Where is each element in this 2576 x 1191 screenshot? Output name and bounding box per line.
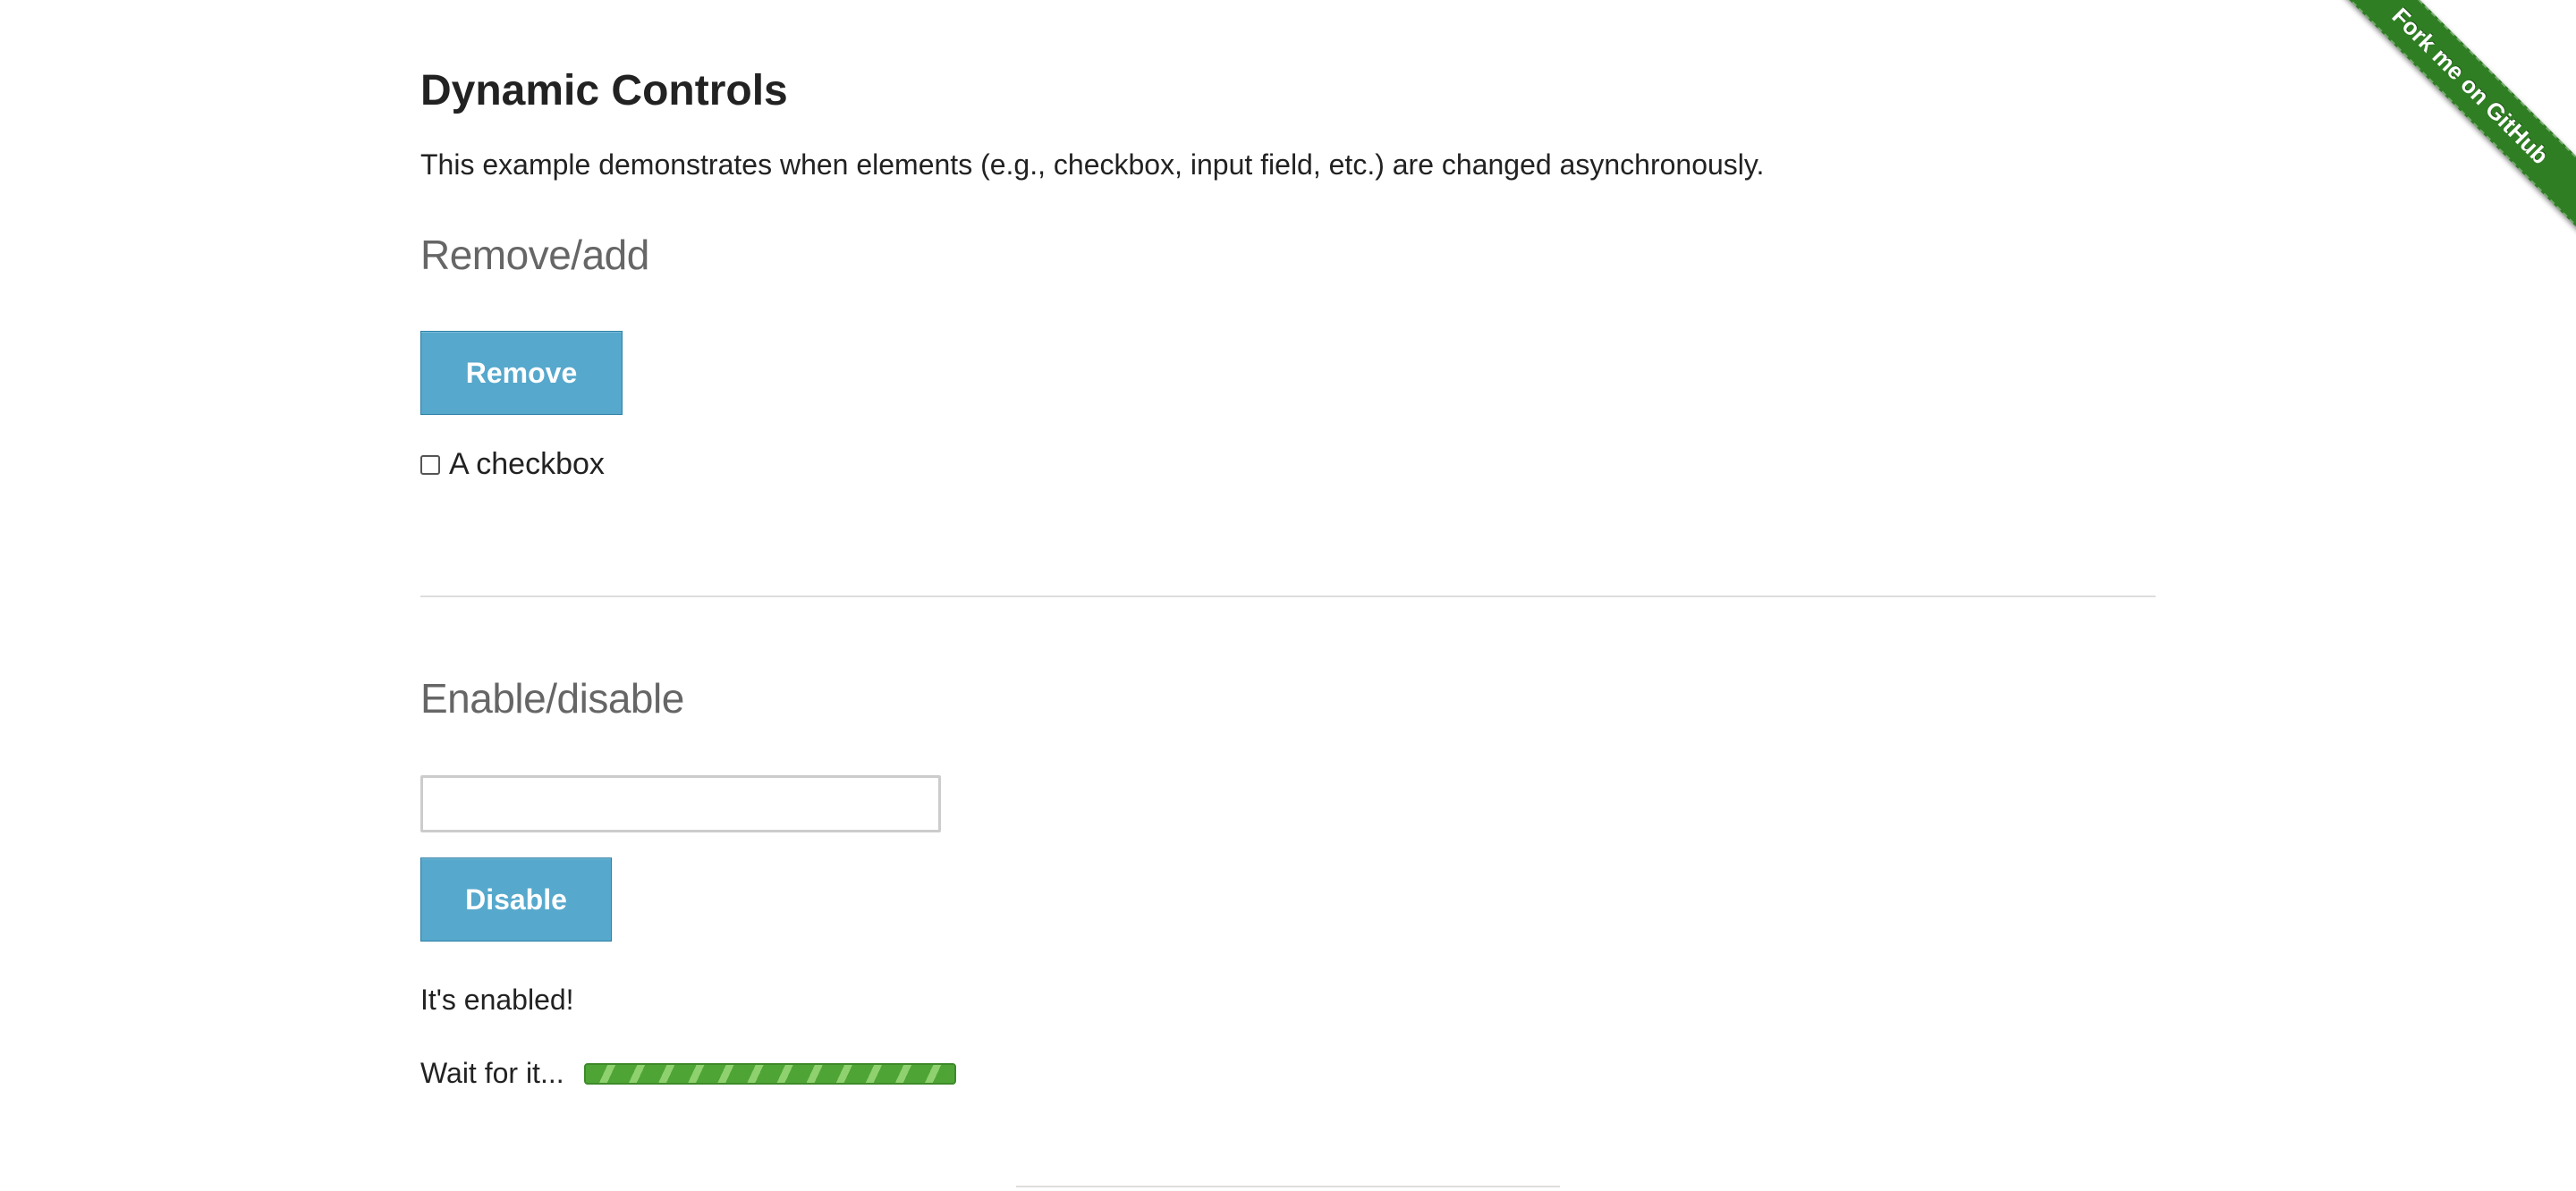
remove-add-heading: Remove/add <box>420 232 649 278</box>
checkbox-row[interactable]: A checkbox <box>420 447 605 482</box>
ribbon-label: Fork me on GitHub <box>2387 2 2555 169</box>
page-description: This example demonstrates when elements … <box>420 148 1765 181</box>
text-input[interactable] <box>420 775 941 832</box>
page-title: Dynamic Controls <box>420 67 788 114</box>
github-ribbon-container: Fork me on GitHub <box>2326 0 2576 250</box>
enable-disable-heading: Enable/disable <box>420 675 684 722</box>
section-divider <box>420 596 2156 597</box>
status-message: It's enabled! <box>420 984 574 1016</box>
progress-bar <box>583 1062 956 1085</box>
fork-me-ribbon[interactable]: Fork me on GitHub <box>2326 0 2576 237</box>
loading-indicator: Wait for it... <box>420 1057 956 1090</box>
checkbox-icon[interactable] <box>420 454 440 475</box>
footer-divider <box>1016 1186 1560 1187</box>
progress-fill <box>586 1065 954 1083</box>
page: Dynamic Controls This example demonstrat… <box>0 0 2576 1191</box>
checkbox-label: A checkbox <box>449 447 605 481</box>
loading-text: Wait for it... <box>420 1057 564 1089</box>
remove-button[interactable]: Remove <box>420 331 623 415</box>
disable-button[interactable]: Disable <box>420 857 612 942</box>
